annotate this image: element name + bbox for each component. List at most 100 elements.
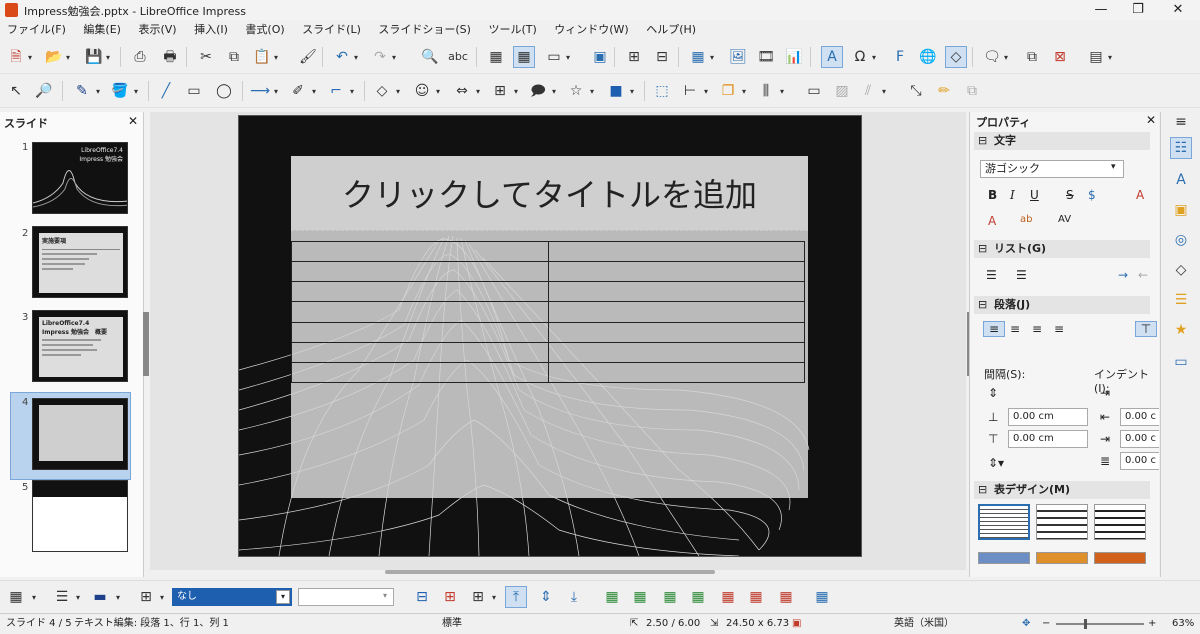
slide-title[interactable]: クリックしてタイトルを追加 xyxy=(291,170,808,216)
table-cell[interactable] xyxy=(547,321,805,343)
slide-thumbnail-4[interactable] xyxy=(32,398,128,470)
insert-column-after-icon[interactable]: ▦ xyxy=(688,587,708,607)
menu-insert[interactable]: 挿入(I) xyxy=(187,20,235,40)
zoom-slider[interactable] xyxy=(1056,623,1144,625)
align-top-icon[interactable]: ⊤ xyxy=(1135,321,1157,337)
spelling-icon[interactable]: abc xyxy=(448,47,468,67)
3d-object-icon[interactable]: ■ xyxy=(606,81,626,101)
table-design-section-header[interactable]: 表デザイン(M) xyxy=(974,481,1150,499)
fontwork-icon[interactable]: F xyxy=(890,47,910,67)
smiley-icon[interactable]: ☺ xyxy=(412,81,432,101)
slide-thumbnail-3[interactable]: LibreOffice7.4 Impress 勉強会 概要 xyxy=(32,310,128,382)
distribute-icon[interactable]: ⫼ xyxy=(756,81,776,101)
indent-after-field[interactable]: 0.00 c xyxy=(1120,430,1159,448)
slide-thumbnail-1[interactable]: LibreOffice7.4 Impress 勉強会 xyxy=(32,142,128,214)
start-first-slide-icon[interactable]: ⊞ xyxy=(624,47,644,67)
flowchart-icon[interactable]: ⊞ xyxy=(490,81,510,101)
double-arrow-icon[interactable]: ⇔ xyxy=(452,81,472,101)
slide-transition-deck-icon[interactable]: ☰ xyxy=(1171,290,1191,310)
filter-icon[interactable]: ⫽ xyxy=(858,81,878,101)
insert-row-below-icon[interactable]: ▦ xyxy=(630,587,650,607)
sidebar-close-button[interactable]: ✕ xyxy=(1146,113,1156,127)
indent-increase-icon[interactable]: ⇥ xyxy=(1100,386,1110,400)
highlight-icon[interactable]: ✏ xyxy=(934,81,954,101)
line-color-icon[interactable]: ✎ xyxy=(72,81,92,101)
menu-edit[interactable]: 編集(E) xyxy=(76,20,128,40)
table-cell[interactable] xyxy=(291,341,549,363)
clone-format-icon[interactable]: 🖌 xyxy=(298,47,318,67)
callout-icon[interactable]: 🗩 xyxy=(528,81,548,101)
shadow-text-icon[interactable]: $ xyxy=(1088,188,1096,202)
glue-icon[interactable]: ⧉ xyxy=(962,81,982,101)
table-cell[interactable] xyxy=(547,301,805,323)
zoom-slider-thumb[interactable] xyxy=(1084,619,1087,629)
menu-view[interactable]: 表示(V) xyxy=(131,20,183,40)
delete-row-icon[interactable]: ▦ xyxy=(718,587,738,607)
table-cell[interactable] xyxy=(291,321,549,343)
align-right-icon[interactable]: ≡ xyxy=(1032,322,1042,336)
chevron-down-icon[interactable]: ▾ xyxy=(276,590,290,604)
menu-slide[interactable]: スライド(L) xyxy=(295,20,368,40)
character-section-header[interactable]: 文字 xyxy=(974,132,1150,150)
snap-grid-icon[interactable]: ▦ xyxy=(513,46,535,68)
slide-table[interactable] xyxy=(291,240,805,384)
first-line-indent-field[interactable]: 0.00 c xyxy=(1120,452,1159,470)
close-window-button[interactable]: ✕ xyxy=(1158,1,1198,19)
table-cell[interactable] xyxy=(547,240,805,263)
border-style-icon[interactable]: ☰ xyxy=(52,587,72,607)
rectangle-icon[interactable]: ▭ xyxy=(184,81,204,101)
line-icon[interactable]: ╱ xyxy=(156,81,176,101)
maximize-button[interactable]: ❐ xyxy=(1118,1,1158,19)
new-document-icon[interactable]: 🗎 xyxy=(6,47,26,67)
copy-icon[interactable]: ⧉ xyxy=(224,47,244,67)
export-pdf-icon[interactable]: ⎙ xyxy=(130,47,150,67)
paste-icon[interactable]: 📋 xyxy=(252,47,272,67)
image-icon[interactable]: 🖼 xyxy=(728,47,748,67)
slide-pane-collapse-handle[interactable] xyxy=(143,312,149,376)
char-spacing-icon[interactable]: AV xyxy=(1058,214,1071,225)
menu-file[interactable]: ファイル(F) xyxy=(0,20,73,40)
italic-icon[interactable]: I xyxy=(1010,188,1015,202)
zoom-out-button[interactable]: − xyxy=(1042,614,1050,634)
undo-icon[interactable]: ↶ xyxy=(332,47,352,67)
bullet-list-icon[interactable]: ☰ xyxy=(986,268,997,282)
menu-slideshow[interactable]: スライドショー(S) xyxy=(371,20,478,40)
connector-icon[interactable]: ⌐ xyxy=(326,81,346,101)
master-slides-deck-icon[interactable]: ▭ xyxy=(1171,352,1191,372)
menu-format[interactable]: 書式(O) xyxy=(238,20,291,40)
optimize-icon[interactable]: ⊞ xyxy=(468,587,488,607)
table-cell[interactable] xyxy=(291,261,549,283)
chart-icon[interactable]: 📊 xyxy=(784,47,804,67)
border-color-icon[interactable]: ▬ xyxy=(90,587,110,607)
minimize-button[interactable]: — xyxy=(1081,1,1121,19)
redo-icon[interactable]: ↷ xyxy=(370,47,390,67)
crop-icon[interactable]: ▨ xyxy=(832,81,852,101)
display-views-icon[interactable]: ▭ xyxy=(544,47,564,67)
find-replace-icon[interactable]: 🔍 xyxy=(420,47,440,67)
delete-table-icon[interactable]: ▦ xyxy=(776,587,796,607)
outdent-arrow-icon[interactable]: ← xyxy=(1138,268,1148,282)
menu-help[interactable]: ヘルプ(H) xyxy=(639,20,703,40)
table-icon[interactable]: ▦ xyxy=(6,587,26,607)
strikethrough-icon[interactable]: S xyxy=(1066,188,1074,202)
delete-column-icon[interactable]: ▦ xyxy=(746,587,766,607)
underline-icon[interactable]: U xyxy=(1030,188,1039,202)
highlight-color-icon[interactable]: ab xyxy=(1020,214,1032,225)
print-icon[interactable]: 🖶 xyxy=(160,47,180,67)
paragraph-section-header[interactable]: 段落(J) xyxy=(974,296,1150,314)
shapes-deck-icon[interactable]: ◇ xyxy=(1171,260,1191,280)
table-cell[interactable] xyxy=(291,301,549,323)
open-folder-icon[interactable]: 📂 xyxy=(44,47,64,67)
insert-column-before-icon[interactable]: ▦ xyxy=(660,587,680,607)
zoom-in-button[interactable]: + xyxy=(1148,614,1156,634)
flip-icon[interactable]: ⤡ xyxy=(906,81,926,101)
properties-deck-icon[interactable]: ☷ xyxy=(1170,137,1192,159)
line-spacing-icon[interactable]: ⇕ xyxy=(988,386,998,400)
slide-thumbnail-5[interactable] xyxy=(32,480,128,552)
fill-color-icon[interactable]: 🪣 xyxy=(110,81,130,101)
diamond-icon[interactable]: ◇ xyxy=(372,81,392,101)
table-design-6[interactable] xyxy=(1094,552,1146,564)
clear-format-icon[interactable]: A xyxy=(1136,188,1144,202)
align-left-icon[interactable]: ≡ xyxy=(983,321,1005,337)
spacing-below-field[interactable]: 0.00 cm xyxy=(1008,430,1088,448)
